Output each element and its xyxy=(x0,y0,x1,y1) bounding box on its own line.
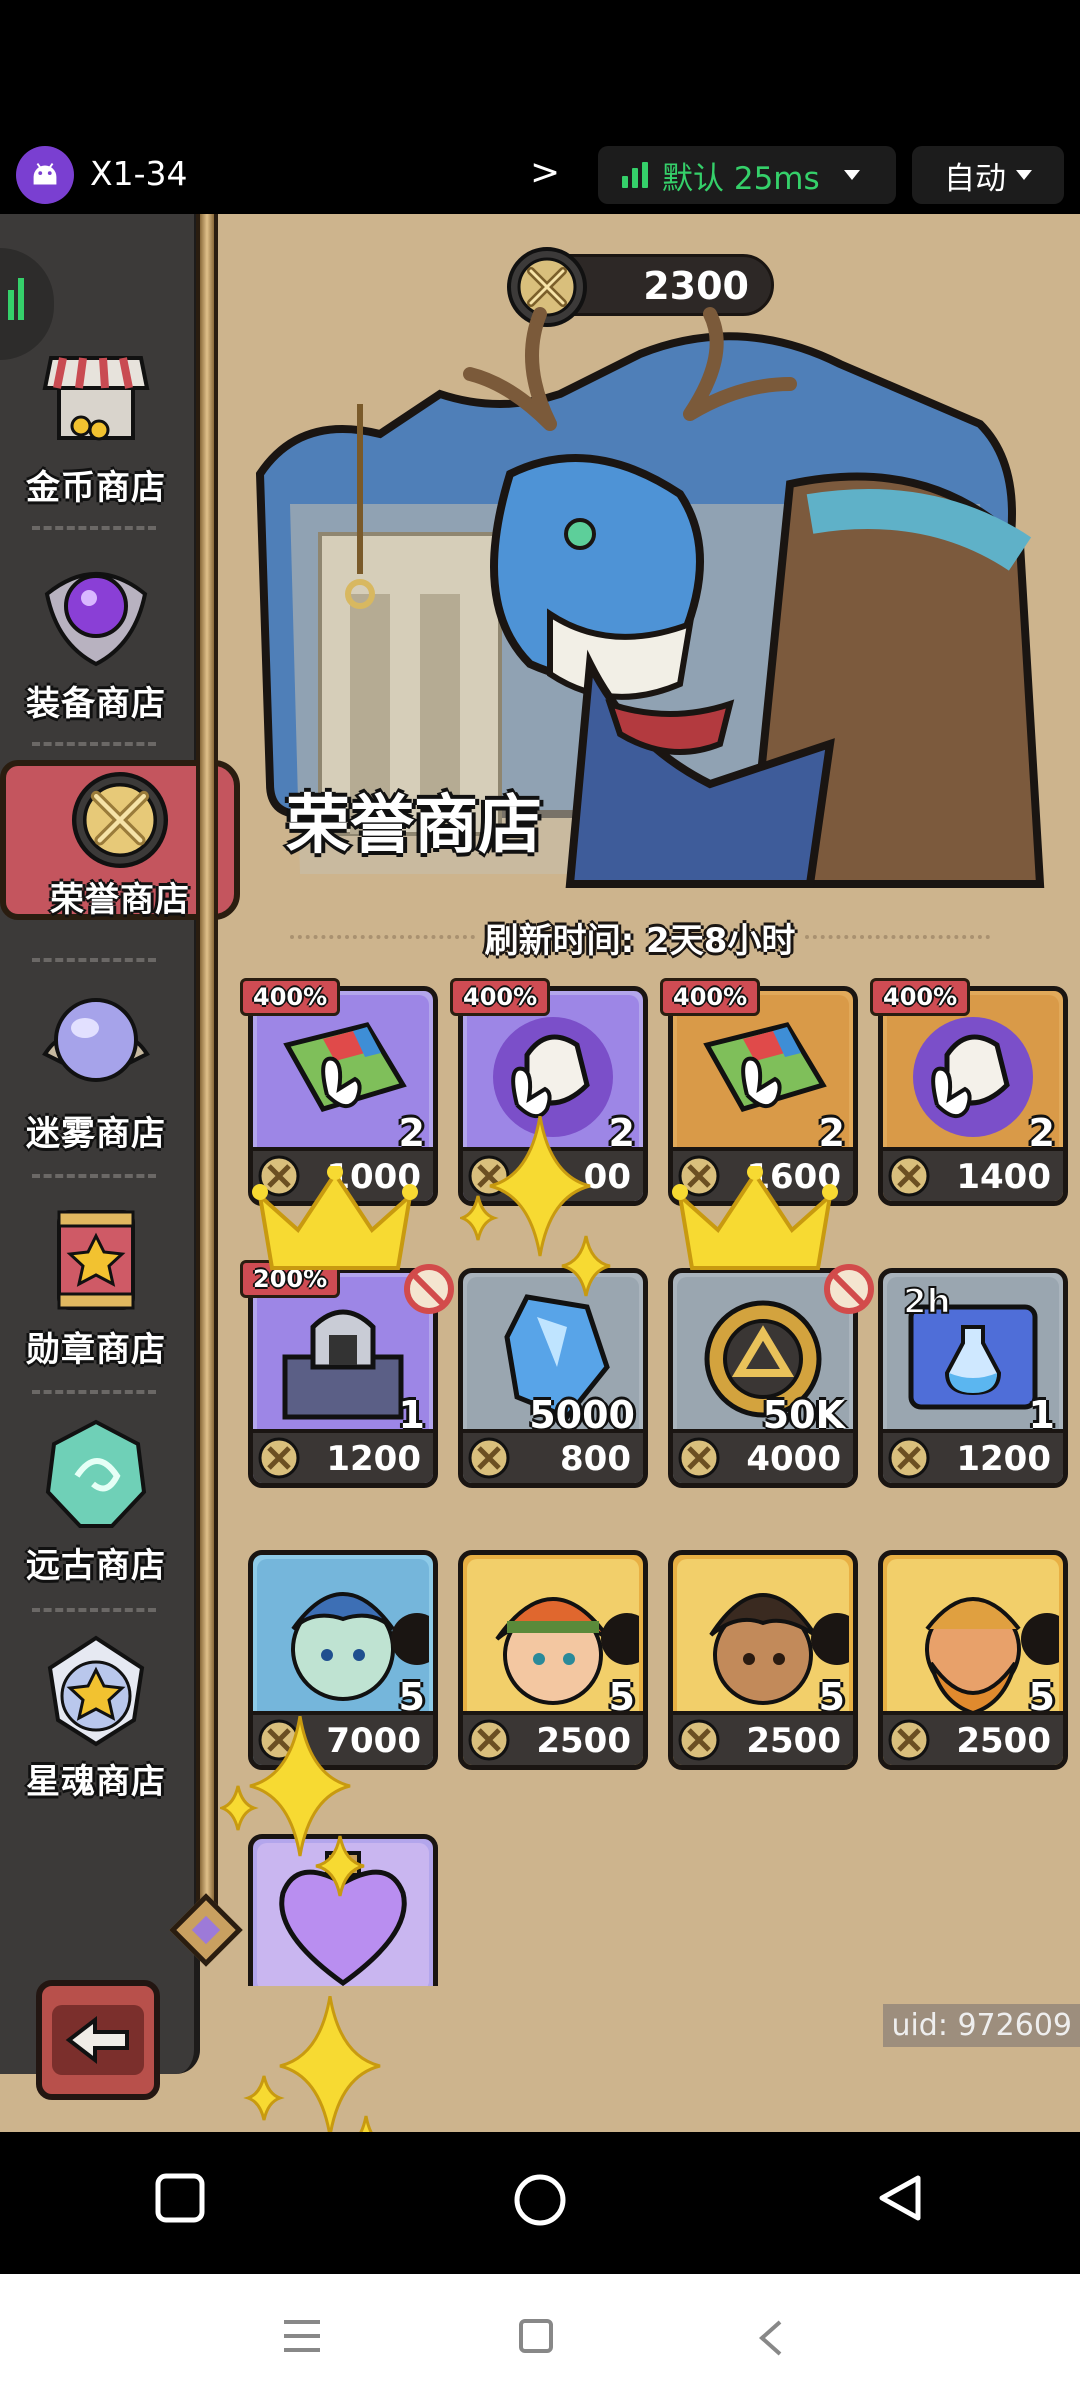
chevron-right-icon[interactable]: > xyxy=(530,152,560,193)
device-name: X1-34 xyxy=(90,154,188,193)
stream-toolbar: X1-34 > 默认 25ms 自动 xyxy=(0,140,1080,212)
honor-coin-icon xyxy=(678,1437,720,1479)
signal-bars-icon xyxy=(622,162,648,188)
purple-gem-icon xyxy=(37,554,155,672)
sidebar-item-label: 远古商店 xyxy=(26,1546,166,1586)
refresh-timer: 刷新时间: 2天8小时 xyxy=(280,910,1000,964)
item-price-value: 2500 xyxy=(746,1721,841,1761)
chevron-left-icon[interactable] xyxy=(756,2318,784,2358)
sidebar-item-ancient-shop[interactable]: 远古商店 xyxy=(0,1408,192,1598)
item-price: 1400 xyxy=(883,1147,1063,1201)
sidebar-item-mist-shop[interactable]: 迷雾商店 xyxy=(0,976,192,1166)
back-triangle-icon[interactable] xyxy=(876,2172,926,2224)
network-label: 默认 25ms xyxy=(662,160,820,197)
item-price: 2500 xyxy=(463,1711,643,1765)
banner-title: 荣誉商店 xyxy=(286,789,542,863)
sidebar-item-star-soul-shop[interactable]: 星魂商店 xyxy=(0,1624,192,1814)
bonus-badge: 400% xyxy=(450,978,551,1016)
user-id-label: uid: 972609 xyxy=(883,2004,1080,2047)
quality-mode-dropdown[interactable]: 自动 xyxy=(912,146,1064,204)
sidebar-item-label: 装备商店 xyxy=(26,684,166,724)
menu-icon[interactable] xyxy=(282,2318,322,2354)
square-home-icon[interactable] xyxy=(518,2318,554,2354)
shop-stall-icon xyxy=(37,338,155,456)
item-price: 1200 xyxy=(253,1429,433,1483)
caret-down-icon xyxy=(843,170,860,180)
honor-coin-icon xyxy=(258,1437,300,1479)
item-price-value: 4000 xyxy=(746,1439,841,1479)
back-arrow-icon xyxy=(65,2015,129,2065)
honor-coin-icon xyxy=(888,1719,930,1761)
sparkle-icon xyxy=(460,1116,611,1297)
network-quality-dropdown[interactable]: 默认 25ms xyxy=(598,146,896,204)
sidebar-divider xyxy=(32,1174,156,1178)
star-soul-icon xyxy=(37,1632,155,1750)
item-price: 2500 xyxy=(673,1711,853,1765)
sparkle-icon xyxy=(243,1996,381,2132)
mode-label: 自动 xyxy=(944,160,1006,197)
honor-amount: 2300 xyxy=(643,264,749,308)
shop-item-grid: 2 1000 2 00 2 1600 2 1400 1 1200 5000 80… xyxy=(220,978,1070,2132)
crossed-swords-icon xyxy=(68,768,172,872)
item-price: 2500 xyxy=(883,1711,1063,1765)
sidebar-divider xyxy=(32,958,156,962)
mist-orb-icon xyxy=(37,984,155,1102)
item-price-value: 1200 xyxy=(956,1439,1051,1479)
dragon-merchant-illustration xyxy=(255,307,1045,888)
scroll-rail xyxy=(196,214,218,1934)
game-screen: 金币商店 装备商店 荣誉商店 迷雾商店 勋章商店 远古商店 星魂商店 2300 … xyxy=(0,214,1080,2132)
item-price-value: 2500 xyxy=(956,1721,1051,1761)
crown-icon xyxy=(672,1166,838,1270)
item-price-value: 800 xyxy=(560,1439,631,1479)
svg-text:2h: 2h xyxy=(903,1282,951,1322)
honor-coin-icon xyxy=(678,1719,720,1761)
honor-coin-icon xyxy=(468,1437,510,1479)
ancient-crystal-icon xyxy=(37,1416,155,1534)
honor-coin-icon xyxy=(468,1719,510,1761)
sidebar-item-medal-shop[interactable]: 勋章商店 xyxy=(0,1192,192,1382)
sidebar-divider xyxy=(32,742,156,746)
shop-item-card[interactable]: 2h 1 1200 xyxy=(878,1268,1068,1488)
shop-item-card[interactable]: 5 2500 xyxy=(668,1550,858,1770)
crown-icon xyxy=(252,1166,418,1270)
shop-banner xyxy=(250,304,1080,1094)
refresh-timer-text: 刷新时间: 2天8小时 xyxy=(484,920,796,961)
honor-coin-icon xyxy=(888,1437,930,1479)
shop-item-card[interactable]: 2 1400 xyxy=(878,986,1068,1206)
shop-item-card[interactable]: 5 2500 xyxy=(458,1550,648,1770)
bonus-badge: 400% xyxy=(660,978,761,1016)
sidebar-item-label: 荣誉商店 xyxy=(50,880,190,920)
home-icon[interactable] xyxy=(512,2172,568,2228)
bonus-badge: 400% xyxy=(870,978,971,1016)
item-price-value: 2500 xyxy=(536,1721,631,1761)
caret-down-icon xyxy=(1016,170,1032,180)
sidebar-item-label: 勋章商店 xyxy=(26,1330,166,1370)
system-nav-bar xyxy=(0,2132,1080,2274)
item-price: 800 xyxy=(463,1429,643,1483)
sidebar-item-label: 迷雾商店 xyxy=(26,1114,166,1154)
item-price: 1200 xyxy=(883,1429,1063,1483)
sparkle-icon xyxy=(220,1716,365,1897)
shop-item-card[interactable]: 5 2500 xyxy=(878,1550,1068,1770)
sidebar-divider xyxy=(32,1608,156,1612)
sidebar-item-gold-shop[interactable]: 金币商店 xyxy=(0,330,192,520)
sidebar-item-equipment-shop[interactable]: 装备商店 xyxy=(0,546,192,736)
sidebar-divider xyxy=(32,1390,156,1394)
sidebar-item-label: 星魂商店 xyxy=(26,1762,166,1802)
bonus-badge: 400% xyxy=(240,978,341,1016)
item-price-value: 1200 xyxy=(326,1439,421,1479)
android-icon[interactable] xyxy=(16,146,74,204)
back-button[interactable] xyxy=(36,1980,160,2100)
medal-star-icon xyxy=(37,1200,155,1318)
honor-coin-icon xyxy=(888,1155,930,1197)
recent-apps-icon[interactable] xyxy=(154,2172,206,2224)
sidebar-item-label: 金币商店 xyxy=(26,468,166,508)
item-price-value: 1400 xyxy=(956,1157,1051,1197)
item-price: 4000 xyxy=(673,1429,853,1483)
host-nav-bar xyxy=(0,2274,1080,2400)
sidebar-divider xyxy=(32,526,156,530)
